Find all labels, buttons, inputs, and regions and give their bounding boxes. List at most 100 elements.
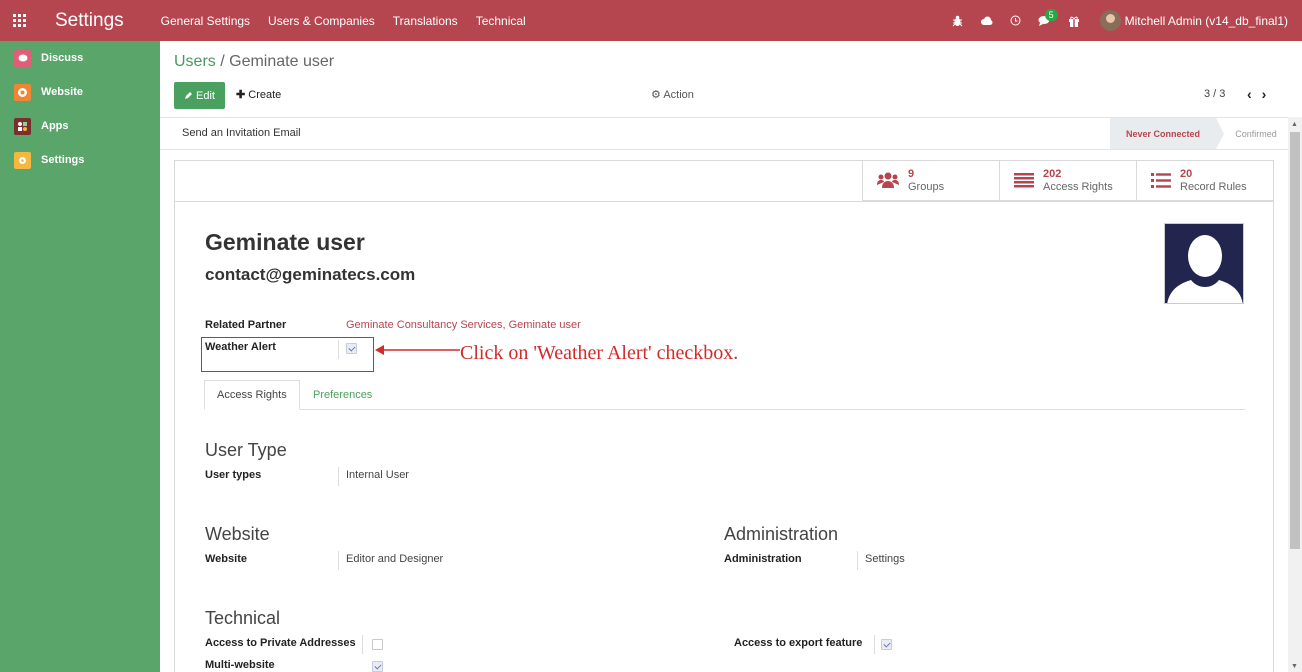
divider — [362, 635, 363, 654]
access-rights-label: Access Rights — [1043, 180, 1113, 193]
action-label: Action — [663, 89, 694, 101]
website-value[interactable]: Editor and Designer — [346, 553, 443, 565]
list-bullets-icon — [1151, 173, 1171, 188]
user-photo[interactable] — [1164, 223, 1244, 304]
related-partner-link[interactable]: Geminate Consultancy Services, Geminate … — [346, 319, 581, 331]
form-sheet: 9 Groups 202 Access Rights 20 Record Rul… — [174, 160, 1274, 672]
breadcrumb-separator: / — [215, 53, 230, 70]
vertical-scrollbar[interactable]: ▲ ▼ — [1288, 117, 1302, 672]
record-rules-label: Record Rules — [1180, 180, 1247, 193]
administration-heading: Administration — [724, 524, 839, 544]
annotation-text: Click on 'Weather Alert' checkbox. — [460, 342, 739, 364]
gear-icon: ⚙ — [651, 89, 661, 101]
top-navbar: Settings General Settings Users & Compan… — [0, 0, 1302, 41]
menu-users-companies[interactable]: Users & Companies — [268, 14, 375, 28]
breadcrumb-current: Geminate user — [229, 53, 335, 70]
multi-website-label: Multi-website — [205, 659, 275, 671]
sidebar-item-discuss[interactable]: Discuss — [0, 41, 160, 75]
groups-smart-button[interactable]: 9 Groups — [862, 161, 999, 201]
tab-preferences[interactable]: Preferences — [301, 380, 384, 410]
list-icon — [1014, 173, 1034, 188]
systray: 5 Mitchell Admin (v14_db_final1) — [935, 0, 1288, 41]
technical-heading: Technical — [205, 608, 281, 628]
stage-confirmed[interactable]: Confirmed — [1226, 118, 1286, 149]
messages-icon[interactable]: 5 — [1038, 9, 1058, 26]
divider — [175, 201, 1273, 202]
gift-icon[interactable] — [1068, 15, 1080, 27]
divider — [338, 467, 339, 486]
user-silhouette-icon — [1167, 235, 1243, 303]
private-addresses-label: Access to Private Addresses — [205, 637, 356, 649]
pager-next-icon[interactable]: › — [1262, 86, 1277, 102]
user-types-value[interactable]: Internal User — [346, 469, 409, 481]
top-menu: General Settings Users & Companies Trans… — [161, 14, 544, 28]
plus-icon: ✚ — [236, 89, 246, 101]
scroll-up-icon[interactable]: ▲ — [1291, 121, 1298, 128]
breadcrumb: Users / Geminate user — [174, 53, 334, 71]
highlight-box — [201, 337, 374, 372]
record-rules-smart-button[interactable]: 20 Record Rules — [1136, 161, 1273, 201]
menu-technical[interactable]: Technical — [476, 14, 526, 28]
smart-button-box: 9 Groups 202 Access Rights 20 Record Rul… — [862, 161, 1273, 201]
edit-button-label: Edit — [196, 89, 215, 102]
multi-website-checkbox[interactable] — [372, 661, 383, 672]
sidebar-item-label: Apps — [41, 120, 69, 132]
administration-value[interactable]: Settings — [865, 553, 905, 565]
globe-icon — [14, 83, 31, 101]
user-menu-name[interactable]: Mitchell Admin (v14_db_final1) — [1125, 14, 1288, 28]
sidebar-item-label: Settings — [41, 154, 85, 166]
users-icon — [877, 172, 899, 188]
export-feature-label: Access to export feature — [734, 637, 863, 649]
sidebar: Discuss Website Apps Settings — [0, 41, 160, 672]
pager-prev-icon[interactable]: ‹ — [1247, 86, 1262, 102]
send-invitation-button[interactable]: Send an Invitation Email — [182, 127, 301, 139]
debug-bug-icon[interactable] — [952, 15, 963, 27]
groups-label: Groups — [908, 180, 945, 193]
menu-translations[interactable]: Translations — [393, 14, 458, 28]
user-avatar[interactable] — [1099, 10, 1121, 31]
apps-icon — [14, 117, 31, 135]
record-rules-count: 20 — [1180, 167, 1193, 180]
user-type-heading: User Type — [205, 440, 287, 460]
pager-value[interactable]: 3 / 3 — [1204, 88, 1225, 100]
website-heading: Website — [205, 524, 270, 544]
edit-button[interactable]: Edit — [174, 82, 225, 109]
messages-count-badge: 5 — [1044, 9, 1058, 21]
app-menu-icon[interactable] — [13, 14, 26, 27]
access-rights-count: 202 — [1043, 167, 1062, 180]
stage-never-connected[interactable]: Never Connected — [1110, 118, 1224, 149]
form-statusbar: Send an Invitation Email Never Connected… — [160, 117, 1288, 150]
website-label: Website — [205, 553, 247, 565]
user-name-field[interactable]: Geminate user — [205, 229, 365, 256]
tab-access-rights[interactable]: Access Rights — [204, 380, 300, 410]
sidebar-item-website[interactable]: Website — [0, 75, 160, 109]
notebook-tabs: Access Rights Preferences — [204, 380, 1245, 410]
clock-icon[interactable] — [1010, 15, 1021, 26]
divider — [338, 551, 339, 570]
divider — [874, 635, 875, 654]
action-dropdown[interactable]: ⚙ Action — [651, 88, 694, 101]
menu-general-settings[interactable]: General Settings — [161, 14, 250, 28]
app-title[interactable]: Settings — [55, 10, 124, 32]
related-partner-label: Related Partner — [205, 319, 287, 331]
scroll-thumb[interactable] — [1290, 132, 1300, 549]
private-addresses-checkbox[interactable] — [372, 639, 383, 650]
create-button[interactable]: ✚ Create — [236, 88, 281, 101]
user-login-field[interactable]: contact@geminatecs.com — [205, 265, 415, 285]
sidebar-item-settings[interactable]: Settings — [0, 143, 160, 177]
breadcrumb-users[interactable]: Users — [174, 53, 216, 70]
gear-icon — [14, 151, 31, 169]
cloud-icon[interactable] — [980, 16, 993, 26]
access-rights-smart-button[interactable]: 202 Access Rights — [999, 161, 1136, 201]
groups-count: 9 — [908, 167, 915, 180]
pencil-icon — [185, 92, 193, 99]
export-feature-checkbox[interactable] — [881, 639, 892, 650]
create-button-label: Create — [248, 89, 282, 101]
pager-arrows: ‹› — [1247, 86, 1276, 102]
sidebar-item-label: Website — [41, 86, 83, 98]
chat-icon — [14, 49, 31, 67]
annotation-arrow-icon — [375, 345, 460, 355]
scroll-down-icon[interactable]: ▼ — [1291, 663, 1298, 670]
sidebar-item-apps[interactable]: Apps — [0, 109, 160, 143]
administration-label: Administration — [724, 553, 802, 565]
